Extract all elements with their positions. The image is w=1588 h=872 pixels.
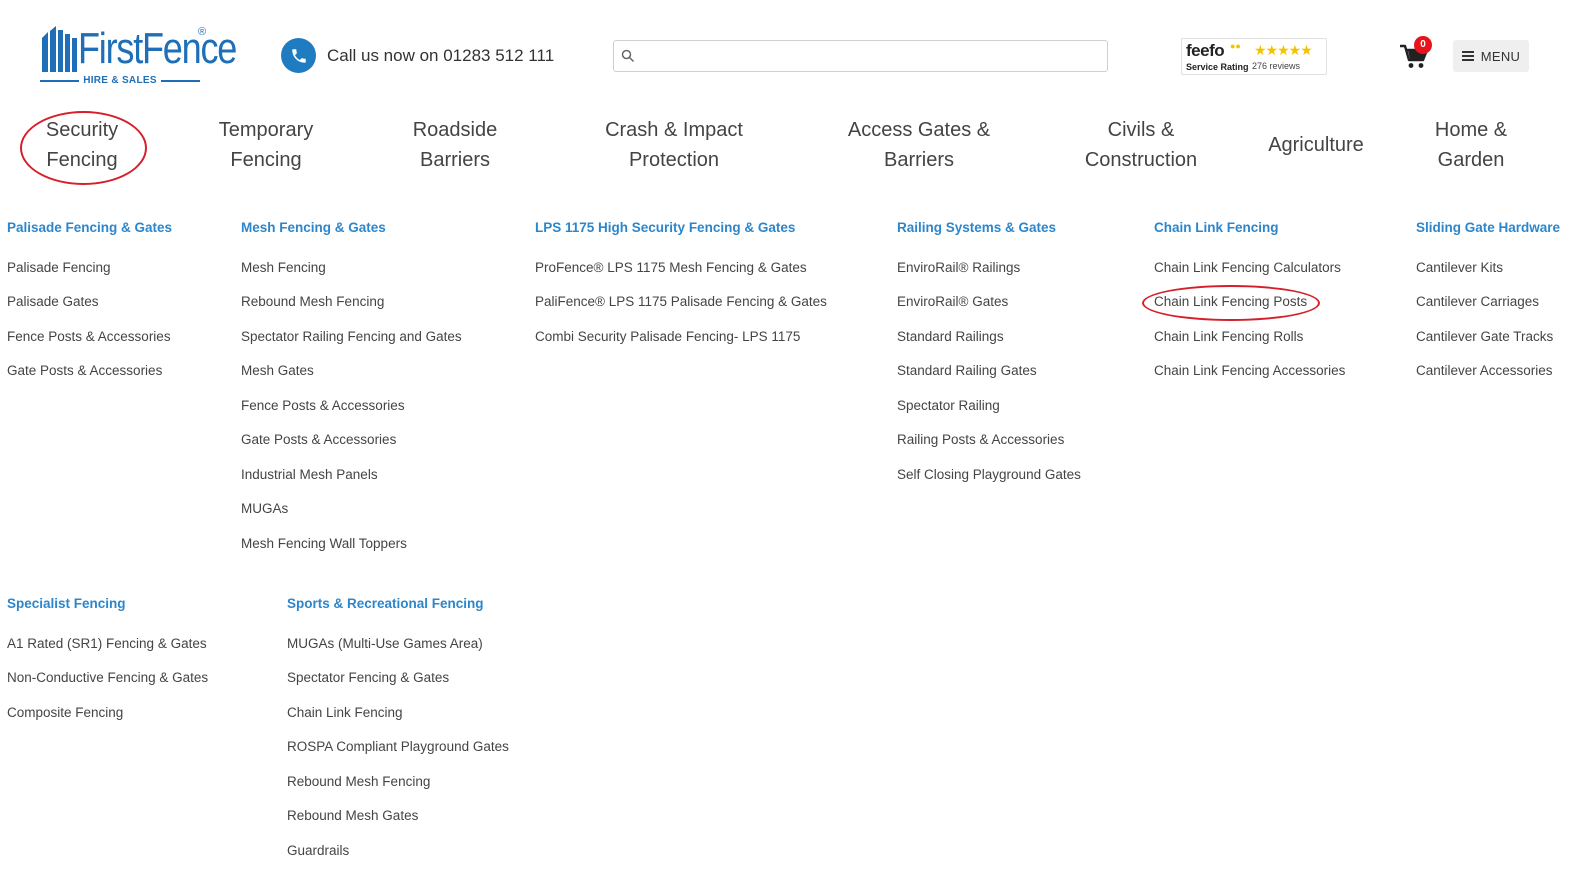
menu-link[interactable]: PaliFence® LPS 1175 Palisade Fencing & G… — [535, 294, 827, 309]
logo-subtitle-text: HIRE & SALES — [83, 75, 157, 86]
menu-link[interactable]: MUGAs — [241, 501, 288, 516]
search-input[interactable] — [640, 45, 1100, 67]
nav-item-agriculture[interactable]: Agriculture — [1255, 130, 1377, 160]
menu-link[interactable]: Combi Security Palisade Fencing- LPS 117… — [535, 329, 800, 344]
menu-link[interactable]: EnviroRail® Gates — [897, 294, 1008, 309]
menu-link[interactable]: Fence Posts & Accessories — [7, 329, 171, 344]
menu-link[interactable]: Standard Railings — [897, 329, 1004, 344]
menu-link[interactable]: Rebound Mesh Fencing — [241, 294, 384, 309]
nav-item-crash-impact-protection[interactable]: Crash & Impact Protection — [590, 115, 758, 175]
cart-count-badge: 0 — [1414, 36, 1432, 54]
logo-wordmark: FirstFence — [78, 24, 237, 73]
menu-link[interactable]: Cantilever Gate Tracks — [1416, 329, 1553, 344]
menu-link[interactable]: A1 Rated (SR1) Fencing & Gates — [7, 636, 207, 651]
menu-link[interactable]: Self Closing Playground Gates — [897, 467, 1081, 482]
menu-link[interactable]: Standard Railing Gates — [897, 363, 1037, 378]
menu-heading-mesh[interactable]: Mesh Fencing & Gates — [241, 220, 386, 235]
search-box[interactable] — [613, 40, 1108, 72]
menu-heading-specialist[interactable]: Specialist Fencing — [7, 596, 126, 611]
nav-item-access-gates-barriers[interactable]: Access Gates & Barriers — [834, 115, 1004, 175]
menu-heading-railing[interactable]: Railing Systems & Gates — [897, 220, 1056, 235]
feefo-logo-text: feefo — [1186, 41, 1225, 60]
menu-link[interactable]: Composite Fencing — [7, 705, 123, 720]
menu-link[interactable]: Non-Conductive Fencing & Gates — [7, 670, 208, 685]
feefo-rating-badge[interactable]: feefo ●● ★★★★★ Service Rating 276 review… — [1181, 38, 1327, 75]
phone-number-text: Call us now on 01283 512 111 — [327, 45, 555, 65]
nav-item-temporary-fencing[interactable]: Temporary Fencing — [196, 115, 336, 175]
nav-item-home-garden[interactable]: Home & Garden — [1414, 115, 1528, 175]
menu-link[interactable]: Railing Posts & Accessories — [897, 432, 1064, 447]
menu-link[interactable]: Rebound Mesh Gates — [287, 808, 418, 823]
menu-link[interactable]: MUGAs (Multi-Use Games Area) — [287, 636, 483, 651]
menu-link[interactable]: Chain Link Fencing Calculators — [1154, 260, 1341, 275]
menu-link[interactable]: Cantilever Kits — [1416, 260, 1503, 275]
menu-link[interactable]: Spectator Railing — [897, 398, 1000, 413]
menu-heading-sliding-gate[interactable]: Sliding Gate Hardware — [1416, 220, 1560, 235]
menu-link-chain-link-fencing-posts[interactable]: Chain Link Fencing Posts — [1154, 294, 1307, 309]
menu-link[interactable]: Palisade Fencing — [7, 260, 111, 275]
menu-link[interactable]: ProFence® LPS 1175 Mesh Fencing & Gates — [535, 260, 807, 275]
feefo-service-rating-label: Service Rating — [1186, 62, 1249, 72]
nav-item-civils-construction[interactable]: Civils & Construction — [1072, 115, 1210, 175]
menu-link[interactable]: Gate Posts & Accessories — [7, 363, 162, 378]
menu-heading-sports[interactable]: Sports & Recreational Fencing — [287, 596, 484, 611]
logo-bars-icon — [42, 26, 77, 72]
menu-link[interactable]: Cantilever Carriages — [1416, 294, 1539, 309]
menu-heading-palisade[interactable]: Palisade Fencing & Gates — [7, 220, 172, 235]
site-header: FirstFence ® HIRE & SALES Call us now on… — [0, 0, 1588, 105]
menu-link[interactable]: Guardrails — [287, 843, 349, 858]
menu-link[interactable]: Spectator Railing Fencing and Gates — [241, 329, 462, 344]
menu-link[interactable]: Mesh Fencing — [241, 260, 326, 275]
menu-link[interactable]: Chain Link Fencing Accessories — [1154, 363, 1345, 378]
logo-registered-mark: ® — [198, 26, 207, 38]
menu-link[interactable]: Industrial Mesh Panels — [241, 467, 378, 482]
logo-subtitle: HIRE & SALES — [40, 75, 200, 86]
menu-link[interactable]: Gate Posts & Accessories — [241, 432, 396, 447]
menu-link[interactable]: Mesh Gates — [241, 363, 314, 378]
menu-heading-chain-link[interactable]: Chain Link Fencing — [1154, 220, 1279, 235]
menu-link[interactable]: ROSPA Compliant Playground Gates — [287, 739, 509, 754]
menu-button[interactable]: MENU — [1453, 40, 1529, 72]
menu-link[interactable]: Cantilever Accessories — [1416, 363, 1553, 378]
firstfence-logo[interactable]: FirstFence ® HIRE & SALES — [40, 22, 237, 92]
menu-link[interactable]: Chain Link Fencing — [287, 705, 403, 720]
menu-link[interactable]: Spectator Fencing & Gates — [287, 670, 449, 685]
menu-link[interactable]: EnviroRail® Railings — [897, 260, 1020, 275]
menu-link[interactable]: Rebound Mesh Fencing — [287, 774, 430, 789]
phone-contact[interactable]: Call us now on 01283 512 111 — [281, 38, 554, 73]
menu-link[interactable]: Mesh Fencing Wall Toppers — [241, 536, 407, 551]
feefo-dots-icon: ●● — [1230, 41, 1241, 51]
feefo-review-count: 276 reviews — [1252, 61, 1301, 71]
nav-item-roadside-barriers[interactable]: Roadside Barriers — [390, 115, 520, 175]
phone-icon — [281, 38, 316, 73]
nav-item-security-fencing[interactable]: Security Fencing — [20, 115, 144, 175]
search-icon — [621, 49, 635, 63]
menu-link[interactable]: Chain Link Fencing Rolls — [1154, 329, 1303, 344]
hamburger-icon — [1461, 51, 1474, 61]
menu-button-label: MENU — [1480, 48, 1521, 64]
star-rating-icon: ★★★★★ — [1254, 42, 1313, 58]
menu-link[interactable]: Fence Posts & Accessories — [241, 398, 405, 413]
menu-link[interactable]: Palisade Gates — [7, 294, 99, 309]
menu-heading-lps[interactable]: LPS 1175 High Security Fencing & Gates — [535, 220, 795, 235]
